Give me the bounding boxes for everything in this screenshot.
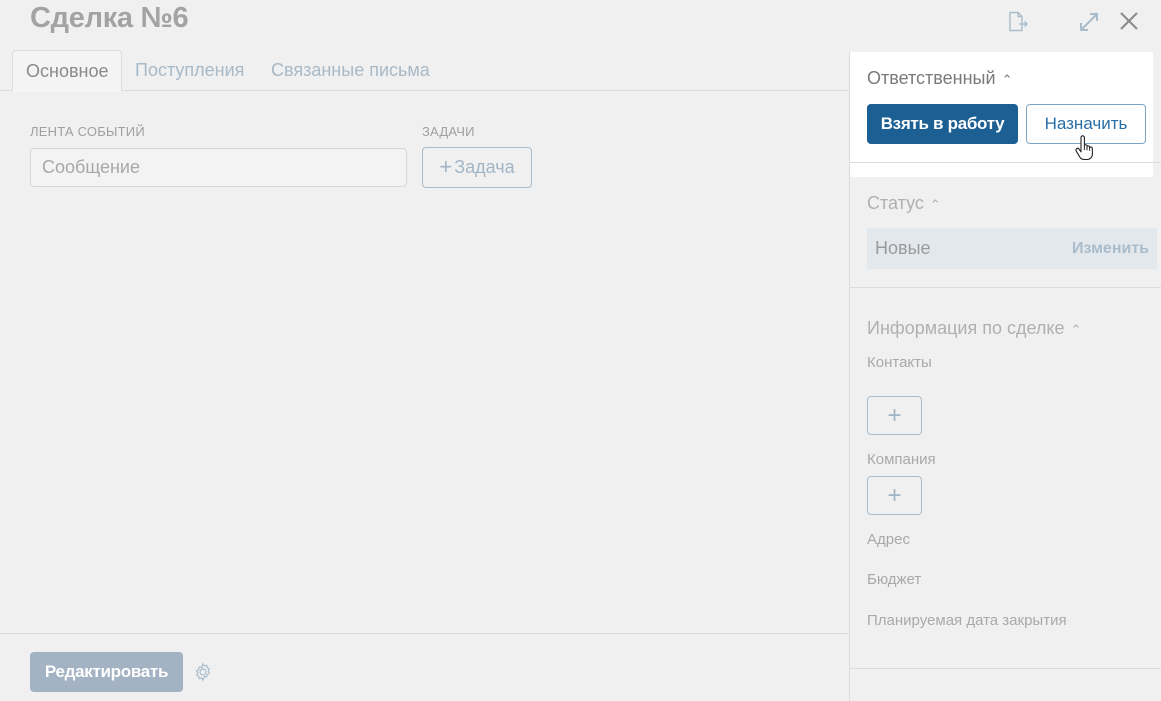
- close-icon[interactable]: [1116, 8, 1142, 34]
- sidebar-divider: [850, 668, 1161, 669]
- contacts-label: Контакты: [867, 354, 932, 371]
- tab-receipts[interactable]: Поступления: [122, 50, 257, 91]
- responsible-header[interactable]: Ответственный ⌃: [867, 68, 1012, 89]
- chevron-up-icon: ⌃: [1001, 71, 1013, 87]
- company-label: Компания: [867, 451, 936, 468]
- sidebar: Ответственный ⌃ Взять в работу Назначить…: [849, 52, 1161, 701]
- deal-info-title: Информация по сделке: [867, 318, 1065, 338]
- expand-icon[interactable]: [1076, 9, 1102, 35]
- change-status-link[interactable]: Изменить: [1072, 240, 1149, 258]
- status-value: Новые: [875, 238, 931, 258]
- add-company-button[interactable]: +: [867, 476, 922, 515]
- chevron-up-icon: ⌃: [929, 196, 941, 212]
- gear-icon[interactable]: [193, 662, 213, 682]
- status-box: Новые Изменить: [867, 228, 1157, 269]
- chevron-up-icon: ⌃: [1070, 321, 1082, 337]
- sidebar-divider: [850, 287, 1161, 288]
- tab-main[interactable]: Основное: [12, 50, 123, 92]
- message-input[interactable]: [30, 148, 407, 187]
- add-task-label: Задача: [454, 157, 515, 177]
- tasks-label: Задачи: [422, 124, 475, 139]
- edit-button[interactable]: Редактировать: [30, 652, 183, 692]
- take-to-work-button[interactable]: Взять в работу: [867, 104, 1018, 144]
- hand-cursor-icon: [1075, 135, 1093, 161]
- page-title: Сделка №6: [30, 2, 189, 34]
- add-contact-button[interactable]: +: [867, 396, 922, 435]
- address-label: Адрес: [867, 531, 910, 548]
- status-title: Статус: [867, 193, 924, 213]
- tab-linked-emails[interactable]: Связанные письма: [258, 50, 443, 91]
- tab-bar: Основное Поступления Связанные письма: [0, 50, 849, 92]
- plus-icon: +: [887, 401, 902, 429]
- feed-label: Лента событий: [30, 124, 145, 139]
- plus-icon: +: [887, 481, 902, 509]
- responsible-title: Ответственный: [867, 68, 996, 88]
- footer-divider: [0, 633, 849, 634]
- close-date-label: Планируемая дата закрытия: [867, 612, 1067, 629]
- plus-icon: +: [439, 153, 453, 179]
- add-task-button[interactable]: + Задача: [422, 147, 532, 188]
- sidebar-divider: [850, 162, 1161, 163]
- deal-info-header[interactable]: Информация по сделке ⌃: [867, 318, 1081, 339]
- export-icon[interactable]: [1004, 9, 1032, 35]
- status-header[interactable]: Статус ⌃: [867, 193, 941, 214]
- budget-label: Бюджет: [867, 571, 922, 588]
